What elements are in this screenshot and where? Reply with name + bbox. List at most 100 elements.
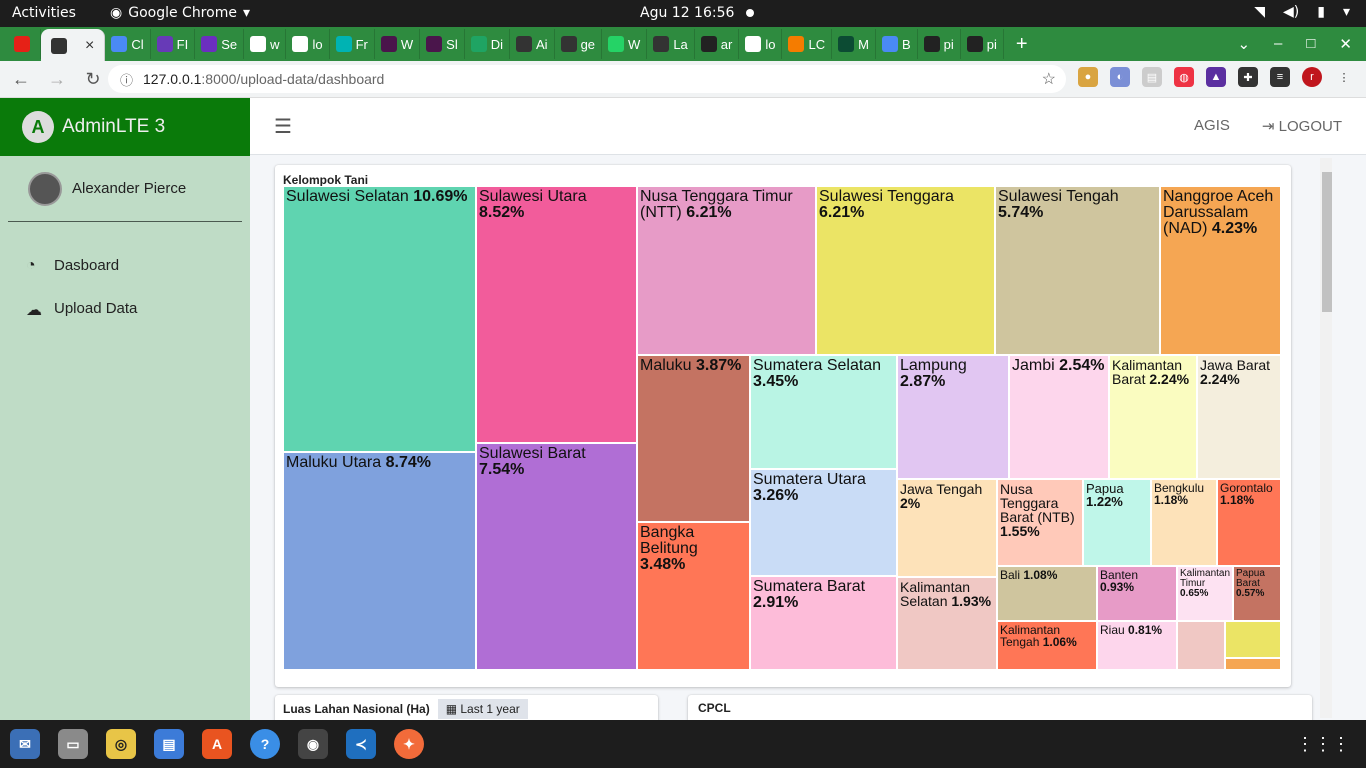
browser-tab[interactable]: pi: [961, 29, 1004, 59]
browser-tab[interactable]: lo: [739, 29, 783, 59]
sidebar-item-dasboard[interactable]: ◔ Dasboard: [0, 244, 250, 287]
app-grid-icon[interactable]: ⋮⋮⋮: [1296, 734, 1350, 755]
scrollbar-thumb[interactable]: [1322, 172, 1332, 312]
browser-tab[interactable]: [8, 29, 41, 59]
menu-dots-icon[interactable]: ⋮: [1334, 67, 1354, 87]
browser-tab[interactable]: W: [375, 29, 421, 59]
agis-link[interactable]: AGIS: [1194, 117, 1230, 135]
files-icon[interactable]: ▭: [58, 729, 88, 759]
browser-tab[interactable]: pi: [918, 29, 961, 59]
date-range-button[interactable]: ▦ Last 1 year: [437, 699, 528, 719]
treemap-cell[interactable]: Sumatera Barat 2.91%: [750, 576, 897, 670]
browser-tab[interactable]: lo: [286, 29, 330, 59]
treemap-cell[interactable]: Papua Barat 0.57%: [1233, 566, 1281, 621]
browser-tab[interactable]: LC: [782, 29, 833, 59]
treemap-cell[interactable]: Sumatera Utara 3.26%: [750, 469, 897, 576]
sidebar-item-upload-data[interactable]: ☁ Upload Data: [0, 287, 250, 330]
browser-tab[interactable]: ge: [555, 29, 603, 59]
treemap-cell[interactable]: Bengkulu 1.18%: [1151, 479, 1217, 566]
browser-tab[interactable]: ×: [41, 29, 106, 63]
browser-tab[interactable]: ar: [695, 29, 740, 59]
treemap-cell[interactable]: Bali 1.08%: [997, 566, 1097, 621]
page-scrollbar[interactable]: [1320, 158, 1332, 718]
vscode-icon[interactable]: ≺: [346, 729, 376, 759]
browser-tab[interactable]: FI: [151, 29, 196, 59]
browser-tab[interactable]: B: [876, 29, 918, 59]
treemap-cell[interactable]: Lampung 2.87%: [897, 355, 1009, 479]
maximize-icon[interactable]: □: [1306, 35, 1315, 53]
treemap-cell[interactable]: Jambi 2.54%: [1009, 355, 1109, 479]
browser-tab[interactable]: Sl: [420, 29, 465, 59]
browser-tab[interactable]: Di: [465, 29, 511, 59]
browser-tab[interactable]: La: [647, 29, 695, 59]
treemap-cell[interactable]: Nusa Tenggara Timur (NTT) 6.21%: [637, 186, 816, 355]
browser-tab[interactable]: Fr: [330, 29, 375, 59]
address-bar[interactable]: ⓘ 127.0.0.1:8000/upload-data/dashboard ☆: [108, 65, 1066, 93]
software-center-icon[interactable]: A: [202, 729, 232, 759]
treemap-cell[interactable]: [1225, 621, 1281, 658]
treemap-cell[interactable]: Jawa Barat 2.24%: [1197, 355, 1281, 479]
browser-tab[interactable]: Ai: [510, 29, 555, 59]
graduation-extension-icon[interactable]: ▲: [1206, 67, 1226, 87]
minimize-icon[interactable]: –: [1274, 35, 1282, 53]
treemap-cell[interactable]: Papua 1.22%: [1083, 479, 1151, 566]
new-tab-icon[interactable]: +: [1004, 33, 1040, 56]
browser-tab[interactable]: Se: [195, 29, 245, 59]
logout-link[interactable]: ⇥ LOGOUT: [1262, 117, 1342, 135]
treemap-cell[interactable]: Nanggroe Aceh Darussalam (NAD) 4.23%: [1160, 186, 1281, 355]
treemap-cell[interactable]: Kalimantan Tengah 1.06%: [997, 621, 1097, 670]
chrome-dock-icon[interactable]: ◉: [298, 729, 328, 759]
browser-tab[interactable]: M: [832, 29, 876, 59]
browser-tab[interactable]: W: [602, 29, 648, 59]
browser-tab[interactable]: w: [244, 29, 287, 59]
treemap-cell[interactable]: Kalimantan Selatan 1.93%: [897, 577, 997, 670]
page-extension-icon[interactable]: ▤: [1142, 67, 1162, 87]
help-icon[interactable]: ?: [250, 729, 280, 759]
rhythmbox-icon[interactable]: ◎: [106, 729, 136, 759]
back-icon[interactable]: ←: [6, 69, 36, 90]
app-menu[interactable]: ◉ Google Chrome ▾: [110, 5, 250, 21]
treemap-cell[interactable]: Kalimantan Timur 0.65%: [1177, 566, 1233, 621]
reload-icon[interactable]: ↻: [78, 69, 108, 90]
close-window-icon[interactable]: ✕: [1339, 35, 1352, 53]
treemap-cell[interactable]: Sulawesi Barat 7.54%: [476, 443, 637, 670]
treemap-cell[interactable]: Maluku 3.87%: [637, 355, 750, 522]
chrome-icon: [516, 36, 533, 52]
text-editor-icon[interactable]: ▤: [154, 729, 184, 759]
user-panel[interactable]: Alexander Pierce: [8, 156, 242, 222]
treemap-cell[interactable]: [1177, 621, 1225, 670]
treemap-cell[interactable]: Kalimantan Barat 2.24%: [1109, 355, 1197, 479]
puzzle-extensions-icon[interactable]: ✚: [1238, 67, 1258, 87]
treemap-cell[interactable]: Sulawesi Selatan 10.69%: [283, 186, 476, 452]
treemap-cell[interactable]: Nusa Tenggara Barat (NTB) 1.55%: [997, 479, 1083, 566]
treemap-cell[interactable]: Banten 0.93%: [1097, 566, 1177, 621]
treemap-cell[interactable]: Sulawesi Tengah 5.74%: [995, 186, 1160, 355]
close-tab-icon[interactable]: ×: [85, 37, 94, 55]
treemap-cell[interactable]: Gorontalo 1.18%: [1217, 479, 1281, 566]
system-tray[interactable]: ◥ ◀) ▮ ▾: [1254, 4, 1350, 20]
hamburger-menu-icon[interactable]: ☰: [274, 114, 292, 139]
postman-icon[interactable]: ✦: [394, 729, 424, 759]
treemap-cell[interactable]: Sulawesi Tenggara 6.21%: [816, 186, 995, 355]
treemap-cell[interactable]: Jawa Tengah 2%: [897, 479, 997, 577]
color-extension-icon[interactable]: ◍: [1174, 67, 1194, 87]
tab-search-icon[interactable]: ⌄: [1237, 35, 1250, 53]
cookie-extension-icon[interactable]: ●: [1078, 67, 1098, 87]
treemap-cell[interactable]: Bangka Belitung 3.48%: [637, 522, 750, 670]
brand-link[interactable]: A AdminLTE 3: [0, 98, 250, 156]
treemap-cell[interactable]: Sulawesi Utara 8.52%: [476, 186, 637, 443]
site-info-icon[interactable]: ⓘ: [120, 70, 133, 89]
forward-icon[interactable]: →: [42, 69, 72, 90]
media-playlist-icon[interactable]: ≡: [1270, 67, 1290, 87]
treemap-cell[interactable]: Maluku Utara 8.74%: [283, 452, 476, 670]
bookmark-star-icon[interactable]: ☆: [1042, 69, 1056, 89]
thunderbird-icon[interactable]: ✉: [10, 729, 40, 759]
refresh-extension-icon[interactable]: ◐: [1110, 67, 1130, 87]
treemap-cell[interactable]: Sumatera Selatan 3.45%: [750, 355, 897, 469]
activities-button[interactable]: Activities: [12, 5, 76, 21]
clock[interactable]: Agu 12 16:56: [640, 5, 755, 21]
treemap-cell[interactable]: Riau 0.81%: [1097, 621, 1177, 670]
profile-avatar-icon[interactable]: r: [1302, 67, 1322, 87]
treemap-cell[interactable]: [1225, 658, 1281, 670]
browser-tab[interactable]: Cl: [105, 29, 151, 59]
